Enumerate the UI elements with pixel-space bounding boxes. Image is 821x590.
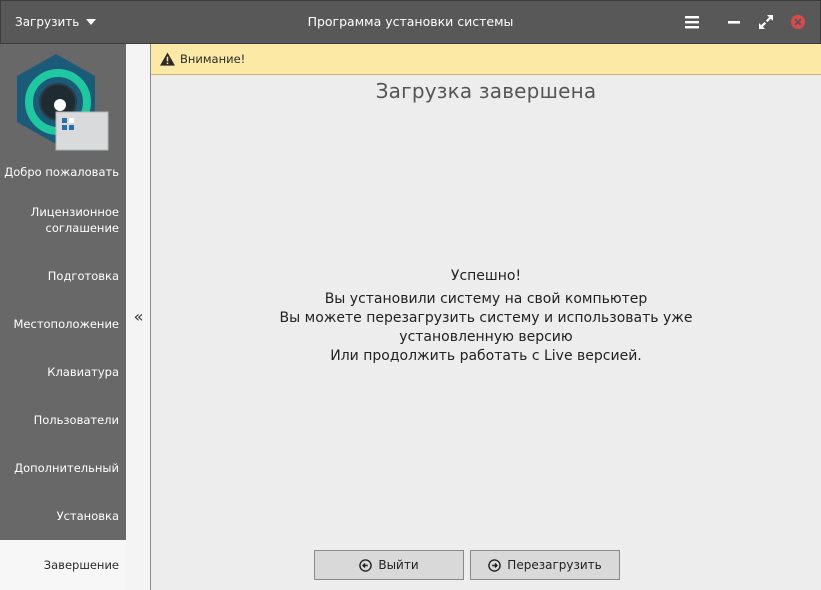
message-line-3: установленную версию xyxy=(399,329,573,345)
message-line-4: Или продолжить работать с Live версией. xyxy=(330,348,642,364)
sidebar-item-label: Установка xyxy=(56,509,119,523)
sidebar-item-users[interactable]: Пользователи xyxy=(0,396,126,444)
sidebar-item-label: Пользователи xyxy=(33,413,119,427)
collapse-sidebar-button[interactable]: « xyxy=(126,306,151,328)
caret-down-icon xyxy=(86,19,97,25)
warning-icon xyxy=(160,52,175,66)
sidebar-item-label: Местоположение xyxy=(13,317,120,331)
warning-bar: Внимание! xyxy=(151,44,821,75)
page-title: Загрузка завершена xyxy=(375,79,597,103)
main-panel: Загрузка завершена Успешно! Вы установил… xyxy=(151,75,821,590)
message-line-1: Вы установили систему на свой компьютер xyxy=(324,291,648,307)
sidebar-item-finish[interactable]: Завершение xyxy=(0,540,126,590)
sidebar-item-preparation[interactable]: Подготовка xyxy=(0,252,126,300)
sidebar-item-label: Подготовка xyxy=(47,269,119,283)
sidebar-item-label: Завершение xyxy=(43,558,119,572)
sidebar-item-location[interactable]: Местоположение xyxy=(0,300,126,348)
exit-button-label: Выйти xyxy=(378,558,419,572)
load-menu-label: Загрузить xyxy=(15,15,80,29)
sidebar-item-label: Дополнительный xyxy=(14,461,119,475)
sidebar-item-label: Лицензионное соглашение xyxy=(30,205,119,235)
sidebar-item-installation[interactable]: Установка xyxy=(0,492,126,540)
success-heading: Успешно! xyxy=(450,268,522,284)
reboot-icon xyxy=(488,558,502,572)
load-menu[interactable]: Загрузить xyxy=(15,1,97,43)
sidebar-item-license[interactable]: Лицензионное соглашение xyxy=(0,196,126,244)
hamburger-icon[interactable] xyxy=(682,12,702,32)
sidebar-item-keyboard[interactable]: Клавиатура xyxy=(0,348,126,396)
sidebar-item-label: Добро пожаловать xyxy=(4,165,119,179)
sidebar-item-additional[interactable]: Дополнительный xyxy=(0,444,126,492)
reboot-button-label: Перезагрузить xyxy=(507,558,602,572)
close-icon[interactable] xyxy=(788,12,808,32)
message-line-2: Вы можете перезагрузить систему и исполь… xyxy=(279,310,693,326)
maximize-icon[interactable] xyxy=(756,12,776,32)
sidebar-item-welcome[interactable]: Добро пожаловать xyxy=(0,148,126,196)
title-bar: Загрузить Программа установки системы xyxy=(0,0,821,44)
reboot-button[interactable]: Перезагрузить xyxy=(470,550,620,580)
warning-text: Внимание! xyxy=(180,52,246,66)
minimize-icon[interactable] xyxy=(724,12,744,32)
sidebar: Добро пожаловать Лицензионное соглашение… xyxy=(0,44,126,590)
sidebar-collapse-strip: « xyxy=(126,44,151,590)
exit-icon xyxy=(359,558,373,572)
exit-button[interactable]: Выйти xyxy=(314,550,464,580)
app-logo xyxy=(12,52,112,152)
sidebar-item-label: Клавиатура xyxy=(47,365,119,379)
